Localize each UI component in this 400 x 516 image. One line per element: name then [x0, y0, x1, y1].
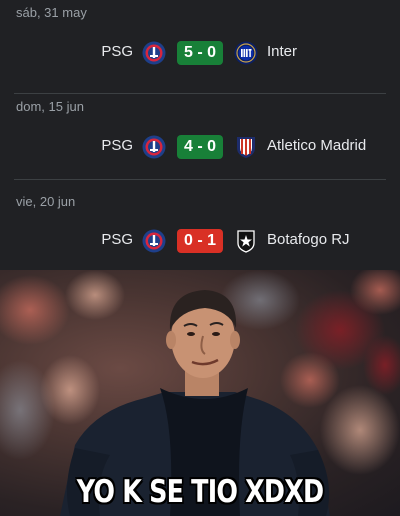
atletico-madrid-crest-icon	[237, 137, 255, 158]
match-date: vie, 20 jun	[16, 194, 76, 209]
match-item[interactable]: vie, 20 jun PSG 0 - 1 Botafogo RJ	[0, 180, 400, 270]
match-date: sáb, 31 may	[16, 5, 87, 20]
meme-caption: YO K SE TIO XDXD	[76, 474, 324, 510]
away-team-name: Atletico Madrid	[267, 137, 367, 154]
away-team-name: Inter	[267, 43, 298, 60]
botafogo-crest-icon	[237, 230, 255, 253]
inter-crest-icon	[234, 41, 258, 65]
score-badge: 5 - 0	[177, 41, 223, 65]
score-badge: 4 - 0	[177, 135, 223, 159]
meme-photo: YO K SE TIO XDXD	[0, 270, 400, 516]
psg-crest-icon	[142, 229, 166, 253]
match-results-list: sáb, 31 may PSG 5 - 0 Inter dom, 15 jun …	[0, 0, 400, 270]
away-team-name: Botafogo RJ	[267, 231, 350, 248]
psg-crest-icon	[142, 41, 166, 65]
match-item[interactable]: dom, 15 jun PSG 4 - 0 Atletico Madrid	[0, 86, 400, 180]
home-team-name: PSG	[101, 231, 133, 248]
match-date: dom, 15 jun	[16, 99, 84, 114]
home-team-name: PSG	[101, 43, 133, 60]
score-badge: 0 - 1	[177, 229, 223, 253]
psg-crest-icon	[142, 135, 166, 159]
match-item[interactable]: sáb, 31 may PSG 5 - 0 Inter	[0, 0, 400, 94]
home-team-name: PSG	[101, 137, 133, 154]
